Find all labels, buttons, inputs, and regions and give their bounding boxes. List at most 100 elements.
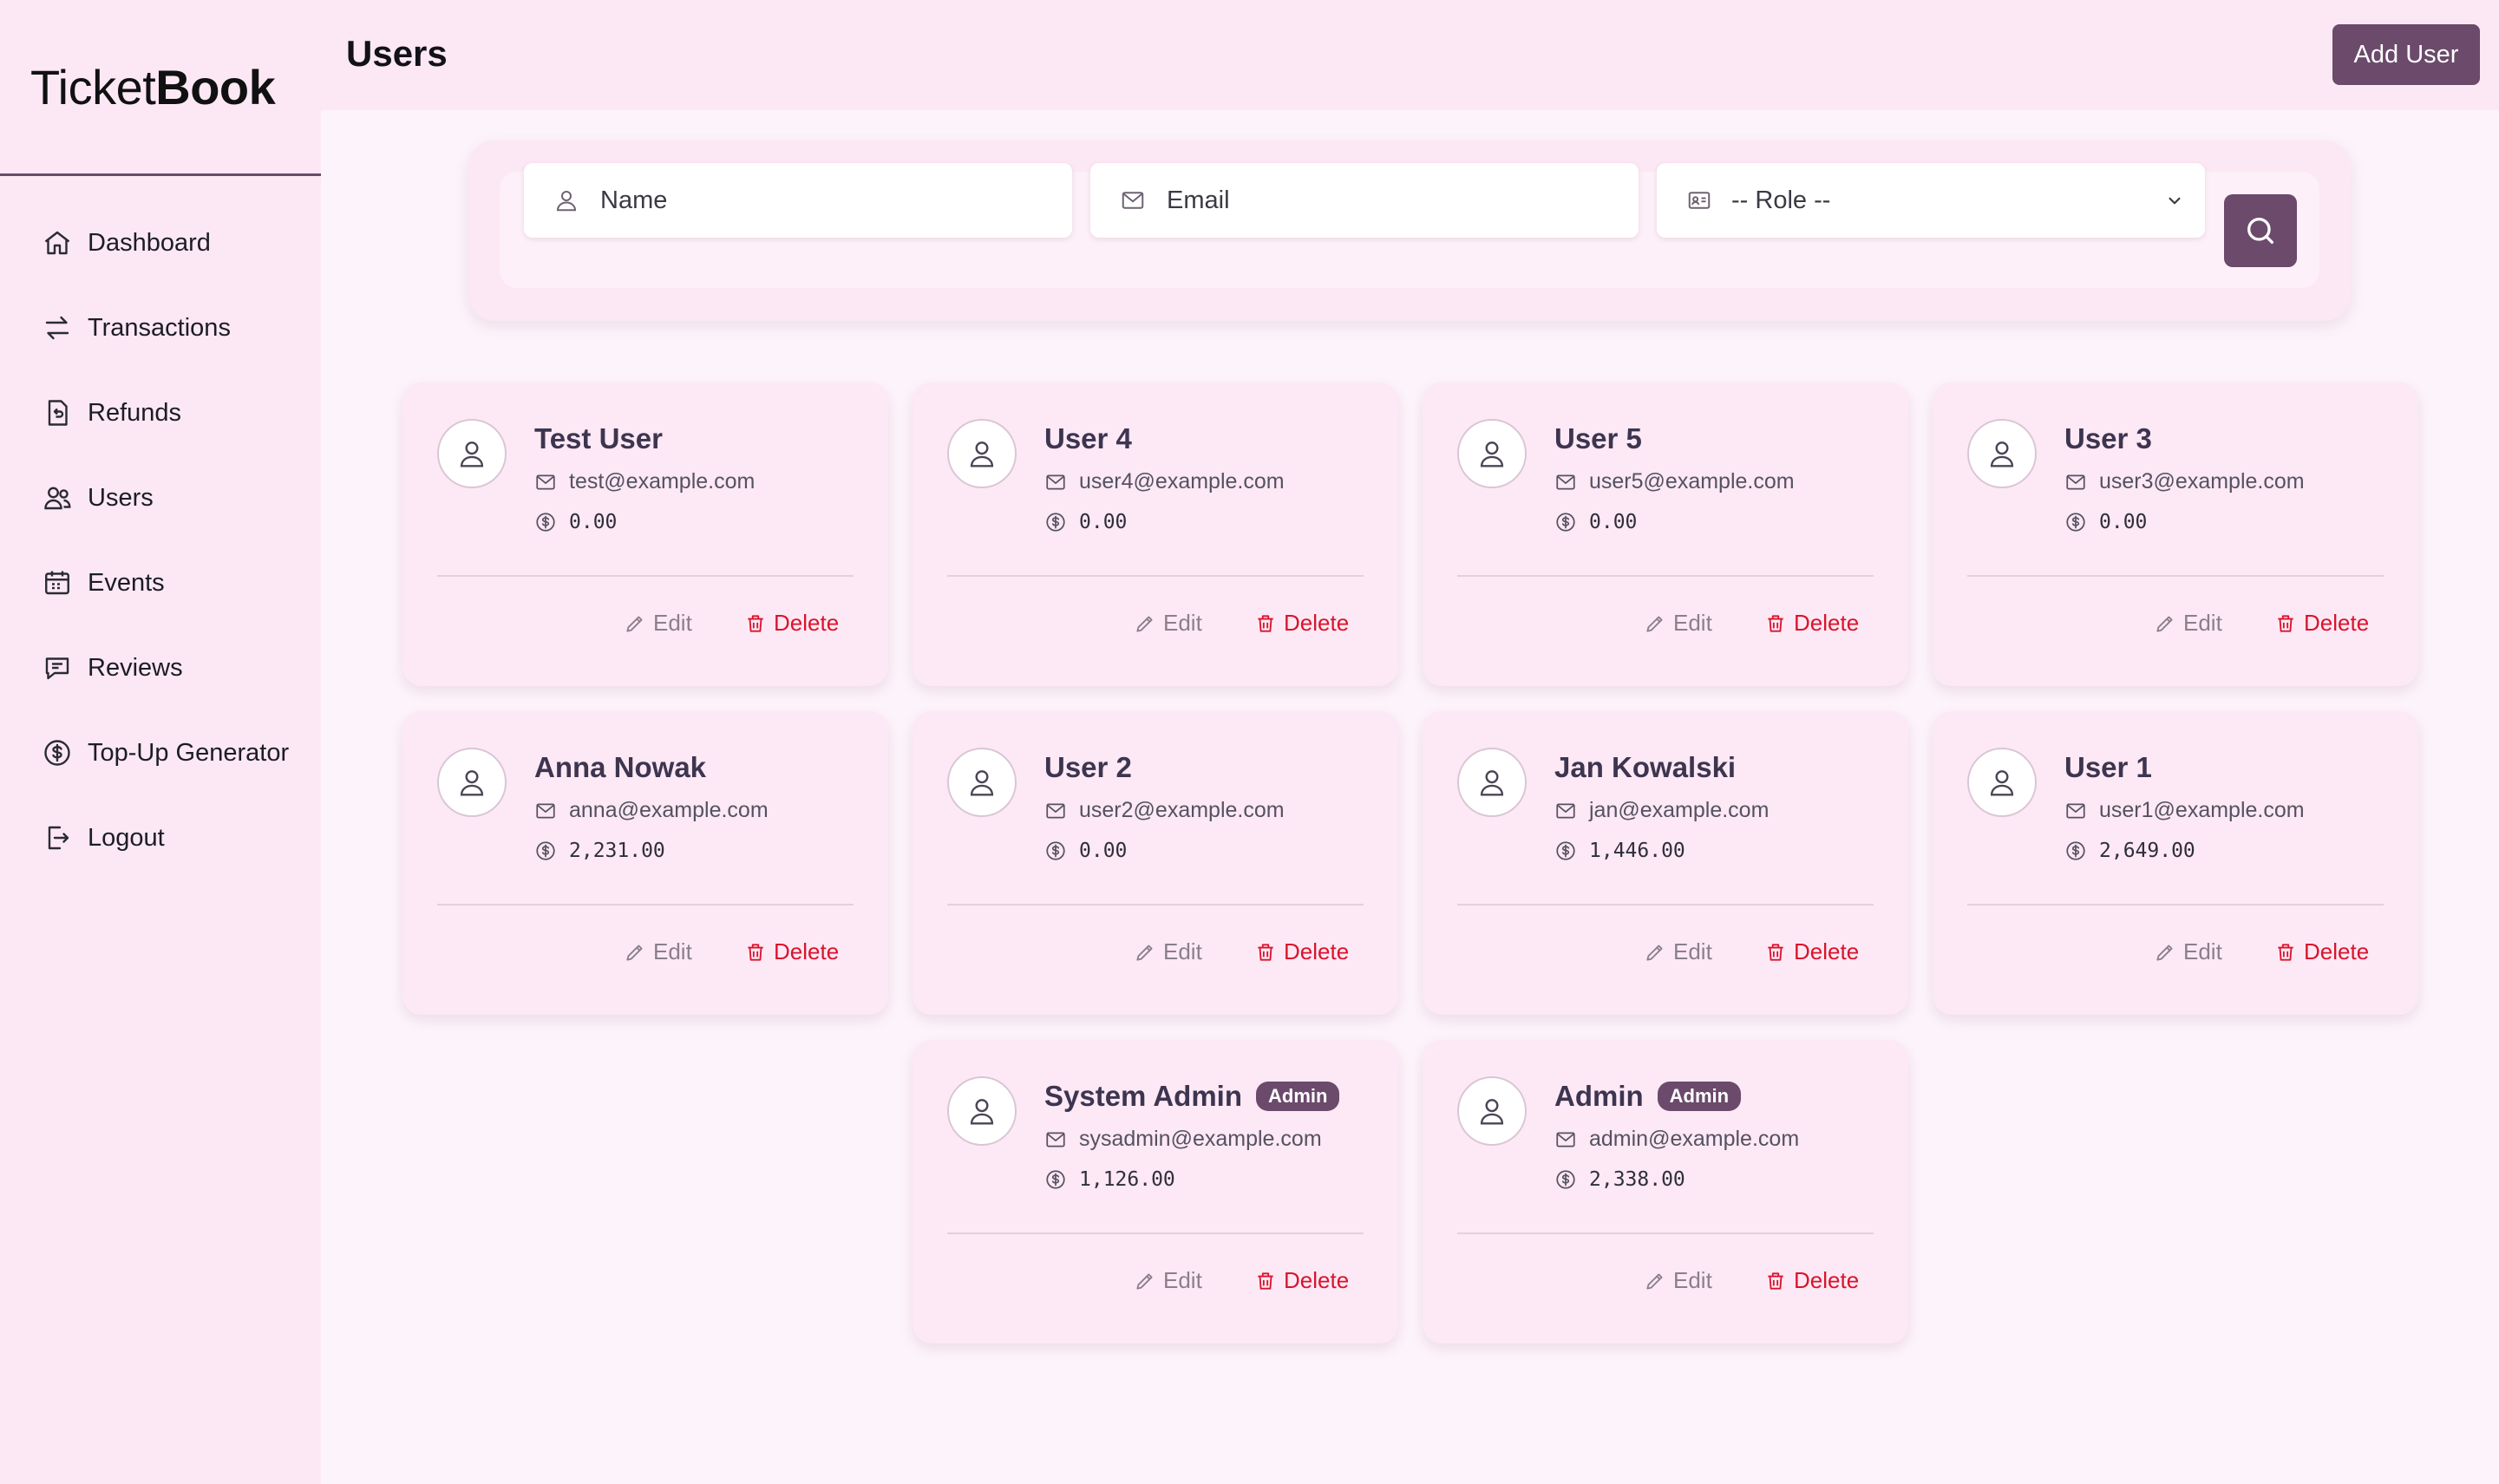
- delete-button[interactable]: Delete: [1764, 610, 1859, 637]
- sidebar-item-label: Users: [88, 483, 154, 512]
- delete-button[interactable]: Delete: [744, 610, 839, 637]
- add-user-button[interactable]: Add User: [2332, 24, 2480, 85]
- delete-button[interactable]: Delete: [1254, 610, 1349, 637]
- envelope-icon: [2064, 800, 2087, 822]
- user-card: Admin Admin admin@example.com 2,338.00 E…: [1423, 1040, 1908, 1343]
- sidebar-item-refunds[interactable]: Refunds: [0, 370, 321, 455]
- edit-label: Edit: [653, 938, 692, 964]
- user-balance: 2,231.00: [569, 840, 665, 862]
- card-divider: [437, 904, 854, 905]
- user-name: User 5: [1554, 422, 1642, 454]
- name-filter-field[interactable]: [524, 162, 1072, 239]
- sidebar-item-dashboard[interactable]: Dashboard: [0, 200, 321, 285]
- sidebar-item-reviews[interactable]: Reviews: [0, 625, 321, 710]
- brand-logo[interactable]: Ticket Book: [0, 0, 321, 176]
- user-name-row: Admin Admin: [1554, 1080, 1742, 1113]
- trash-icon: [748, 614, 763, 632]
- edit-button[interactable]: Edit: [1134, 610, 1202, 637]
- user-name-row: User 5: [1554, 422, 1642, 455]
- sidebar-item-transactions[interactable]: Transactions: [0, 285, 321, 370]
- delete-button[interactable]: Delete: [2274, 610, 2369, 637]
- sidebar: Ticket Book Dashboard Transactions Refund…: [0, 0, 321, 1484]
- card-divider: [1457, 575, 1874, 577]
- receipt-refund-icon: [42, 397, 73, 428]
- edit-button[interactable]: Edit: [2154, 610, 2222, 637]
- dollar-circle-icon: [1044, 840, 1067, 862]
- envelope-icon: [2064, 471, 2087, 494]
- edit-button[interactable]: Edit: [1134, 938, 1202, 965]
- edit-button[interactable]: Edit: [1644, 610, 1712, 637]
- id-card-icon: [1686, 187, 1712, 213]
- user-balance-row: 2,649.00: [2064, 840, 2195, 862]
- pencil-icon: [1136, 615, 1153, 632]
- user-email-row: user3@example.com: [2064, 469, 2305, 494]
- delete-button[interactable]: Delete: [1764, 1267, 1859, 1294]
- user-name-row: Jan Kowalski: [1554, 751, 1736, 784]
- sidebar-item-events[interactable]: Events: [0, 540, 321, 625]
- brand-bold: Book: [155, 59, 276, 114]
- user-balance: 2,649.00: [2099, 840, 2195, 862]
- user-balance-row: 2,338.00: [1554, 1168, 1685, 1191]
- delete-label: Delete: [2304, 938, 2370, 964]
- user-name-row: User 4: [1044, 422, 1132, 455]
- email-filter-field[interactable]: [1090, 162, 1639, 239]
- edit-button[interactable]: Edit: [2154, 938, 2222, 965]
- user-balance-row: 0.00: [1044, 840, 1127, 862]
- trash-icon: [748, 943, 763, 961]
- user-name: Test User: [534, 422, 663, 454]
- search-button[interactable]: [2224, 194, 2297, 267]
- user-email-row: user5@example.com: [1554, 469, 1795, 494]
- role-badge: Admin: [1256, 1082, 1340, 1111]
- user-name: Jan Kowalski: [1554, 751, 1737, 783]
- sidebar-item-logout[interactable]: Logout: [0, 795, 321, 880]
- user-email: user5@example.com: [1589, 469, 1795, 494]
- user-avatar-icon: [970, 770, 994, 796]
- delete-button[interactable]: Delete: [744, 938, 839, 965]
- delete-label: Delete: [774, 938, 840, 964]
- role-filter-field[interactable]: -- Role --: [1657, 163, 2205, 238]
- delete-button[interactable]: Delete: [1764, 938, 1859, 965]
- pencil-icon: [1646, 615, 1663, 632]
- email-input[interactable]: [1165, 162, 1639, 239]
- user-email: sysadmin@example.com: [1079, 1127, 1322, 1151]
- sidebar-item-users[interactable]: Users: [0, 455, 321, 540]
- envelope-icon: [1120, 187, 1146, 213]
- edit-button[interactable]: Edit: [624, 610, 692, 637]
- edit-button[interactable]: Edit: [1134, 1267, 1202, 1294]
- role-select[interactable]: -- Role --: [1731, 163, 2205, 238]
- delete-button[interactable]: Delete: [1254, 938, 1349, 965]
- user-name-row: User 3: [2064, 422, 2152, 455]
- pencil-icon: [2156, 615, 2173, 632]
- sidebar-nav: Dashboard Transactions Refunds Users Eve…: [0, 176, 321, 880]
- edit-label: Edit: [1673, 938, 1712, 964]
- trash-icon: [1768, 614, 1783, 632]
- name-input[interactable]: [599, 162, 1072, 239]
- calendar-icon: [42, 567, 73, 598]
- edit-button[interactable]: Edit: [624, 938, 692, 965]
- dollar-circle-icon: [1044, 511, 1067, 533]
- delete-label: Delete: [1284, 938, 1350, 964]
- edit-label: Edit: [1673, 610, 1712, 636]
- user-balance-row: 0.00: [1044, 511, 1127, 533]
- envelope-icon: [1044, 800, 1067, 822]
- edit-label: Edit: [1673, 1267, 1712, 1293]
- users-icon: [42, 482, 73, 513]
- delete-button[interactable]: Delete: [1254, 1267, 1349, 1294]
- user-name-row: User 2: [1044, 751, 1132, 784]
- edit-button[interactable]: Edit: [1644, 1267, 1712, 1294]
- delete-button[interactable]: Delete: [2274, 938, 2369, 965]
- avatar: [437, 748, 507, 817]
- delete-label: Delete: [1794, 938, 1860, 964]
- user-balance: 0.00: [1079, 511, 1128, 533]
- chat-icon: [42, 652, 73, 683]
- user-balance-row: 0.00: [1554, 511, 1637, 533]
- user-email-row: test@example.com: [534, 469, 755, 494]
- trash-icon: [1768, 1272, 1783, 1290]
- dollar-circle-icon: [1554, 1168, 1577, 1191]
- sidebar-item-label: Events: [88, 568, 165, 597]
- pencil-icon: [626, 615, 643, 632]
- edit-button[interactable]: Edit: [1644, 938, 1712, 965]
- sidebar-item-top-up-generator[interactable]: Top-Up Generator: [0, 710, 321, 795]
- card-divider: [1967, 575, 2384, 577]
- card-divider: [947, 575, 1364, 577]
